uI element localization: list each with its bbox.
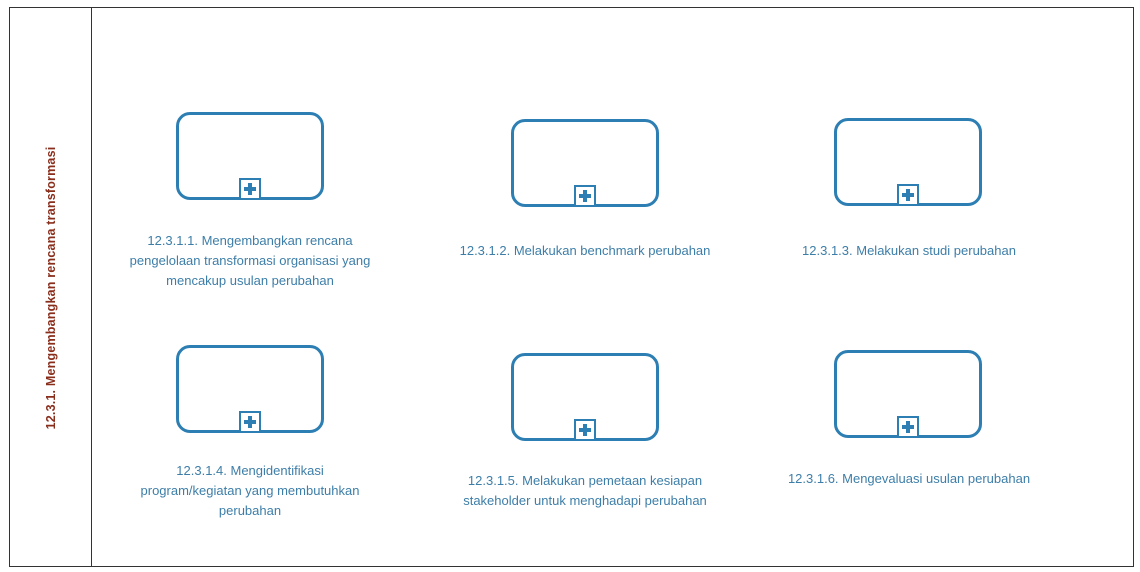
task-12-3-1-6[interactable] xyxy=(834,350,982,438)
plus-square-icon[interactable] xyxy=(574,185,596,207)
task-12-3-1-3-label: 12.3.1.3. Melakukan studi perubahan xyxy=(802,243,1016,258)
task-12-3-1-4-label: 12.3.1.4. Mengidentifikasi program/kegia… xyxy=(140,463,360,518)
task-12-3-1-5[interactable] xyxy=(511,353,659,441)
task-12-3-1-2[interactable] xyxy=(511,119,659,207)
lane-label: 12.3.1. Mengembangkan rencana transforma… xyxy=(44,146,58,430)
plus-square-icon[interactable] xyxy=(574,419,596,441)
plus-square-icon[interactable] xyxy=(239,411,261,433)
task-12-3-1-6-label: 12.3.1.6. Mengevaluasi usulan perubahan xyxy=(787,471,1031,486)
task-12-3-1-2-label: 12.3.1.2. Melakukan benchmark perubahan xyxy=(459,243,711,258)
task-12-3-1-1[interactable] xyxy=(176,112,324,200)
task-12-3-1-1-label: 12.3.1.1. Mengembangkan rencana pengelol… xyxy=(129,233,371,288)
task-12-3-1-3[interactable] xyxy=(834,118,982,206)
lane-header: 12.3.1. Mengembangkan rencana transforma… xyxy=(10,8,92,566)
task-12-3-1-5-label: 12.3.1.5. Melakukan pemetaan kesiapan st… xyxy=(463,473,707,508)
plus-square-icon[interactable] xyxy=(897,416,919,438)
task-12-3-1-4[interactable] xyxy=(176,345,324,433)
plus-square-icon[interactable] xyxy=(239,178,261,200)
plus-square-icon[interactable] xyxy=(897,184,919,206)
